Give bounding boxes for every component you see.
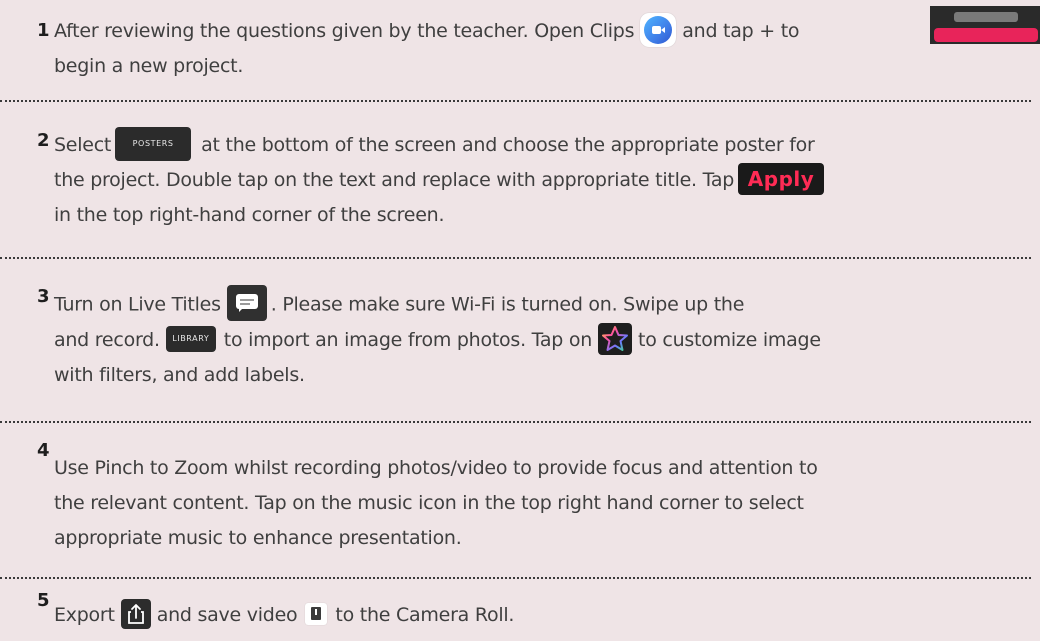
step-text: After reviewing the questions given by t…	[54, 12, 1040, 84]
share-export-icon	[120, 598, 151, 629]
step-text: Turn on Live Titles. Please make sure Wi…	[54, 285, 1040, 393]
divider	[0, 577, 1031, 579]
record-bar-icon	[930, 6, 1040, 44]
speech-bubble-icon	[226, 285, 267, 321]
clips-app-icon	[640, 12, 677, 47]
divider	[0, 100, 1031, 102]
step-text: Select POSTERS at the bottom of the screen…	[54, 126, 1040, 233]
posters-button: POSTERS	[115, 126, 192, 161]
save-video-icon	[305, 602, 328, 625]
step-number: 1	[37, 20, 50, 41]
star-icon	[598, 322, 633, 355]
instructions-page: 1 After reviewing the questions given by…	[0, 0, 1040, 634]
step-number: 4	[37, 440, 50, 461]
step-number: 5	[37, 590, 50, 611]
library-button: LIBRARY	[165, 325, 216, 352]
divider	[0, 421, 1031, 423]
step-number: 3	[37, 286, 50, 307]
step-text: Export and save video to the Camera Roll.	[54, 598, 1040, 633]
step-text: Use Pinch to Zoom whilst recording photo…	[54, 457, 818, 549]
divider	[0, 257, 1031, 259]
step-number: 2	[37, 130, 50, 151]
apply-button: Apply	[738, 162, 825, 195]
